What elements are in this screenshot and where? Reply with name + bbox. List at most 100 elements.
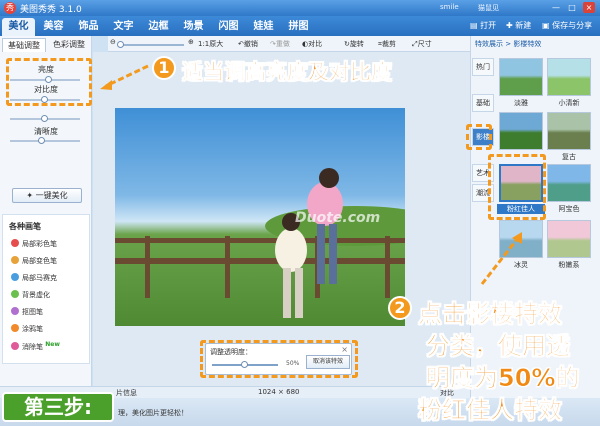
beautify-label: 一键美化 — [35, 191, 68, 200]
brush-eraser[interactable]: 消除笔 New — [11, 341, 60, 352]
brush-label: 背景虚化 — [22, 291, 50, 299]
effect-thumb[interactable] — [499, 112, 543, 150]
tab-color-adjust[interactable]: 色彩调整 — [48, 38, 90, 52]
user-label[interactable]: smile — [440, 3, 459, 11]
annotation-arrow-2 — [480, 232, 522, 285]
save-label: 保存与分享 — [552, 21, 593, 30]
undo-label: 撤销 — [243, 40, 258, 48]
size-button[interactable]: ⤢尺寸 — [412, 39, 432, 49]
tab-doll[interactable]: 娃娃 — [247, 18, 280, 36]
redo-label: 重做 — [275, 40, 290, 48]
image-toolbar: ⊖ ⊕ 1:1原大 ↶撤销 ↷重做 ◐对比 ↻旋转 ⌗裁剪 ⤢尺寸 — [108, 36, 470, 52]
step-label: 第三步: — [2, 392, 114, 422]
minimize-button[interactable]: — — [550, 2, 562, 13]
new-badge: New — [45, 341, 60, 348]
tab-collage[interactable]: 拼图 — [282, 18, 315, 36]
image-dimensions: 1024 × 680 — [258, 388, 300, 396]
brush-doodle[interactable]: 涂鸦笔 — [11, 324, 43, 334]
effect-label: 淡雅 — [514, 99, 528, 107]
window-title: 美图秀秀 3.1.0 — [20, 5, 82, 15]
tab-text[interactable]: 文字 — [107, 18, 140, 36]
sharpness-knob[interactable] — [37, 137, 45, 144]
open-label: 打开 — [480, 21, 497, 30]
brush-label: 局部马赛克 — [22, 274, 57, 282]
magic-wand-icon: ✦ — [26, 191, 34, 200]
zoom-slider[interactable] — [117, 41, 184, 48]
user-name[interactable]: 猫鼠见 — [478, 3, 499, 13]
title-bar: 秀 美图秀秀 3.1.0 smile 猫鼠见 — □ × — [0, 0, 600, 16]
annotation-arrow-1 — [100, 64, 149, 90]
tab-beautify[interactable]: 美化 — [2, 18, 35, 36]
brush-icon — [11, 273, 19, 281]
tab-face[interactable]: 美容 — [37, 18, 70, 36]
step-1-text: 适当调高亮度及对比度 — [182, 60, 393, 85]
zoom-in-icon[interactable]: ⊕ — [188, 38, 194, 46]
tab-border[interactable]: 边框 — [142, 18, 175, 36]
brush-label: 涂鸦笔 — [22, 325, 43, 333]
canvas-area[interactable]: Duote.com — [93, 52, 470, 386]
annotation-box-opacity — [200, 340, 358, 378]
close-button[interactable]: × — [583, 2, 595, 13]
effect-thumb-fresh[interactable] — [547, 58, 591, 96]
zoom-out-icon[interactable]: ⊖ — [110, 38, 116, 46]
effect-thumb-pink-tender[interactable] — [547, 220, 591, 258]
new-label: 新建 — [515, 21, 532, 30]
brush-local-color[interactable]: 局部彩色笔 — [11, 239, 57, 249]
sharpness-slider[interactable] — [10, 137, 80, 144]
tab-flash[interactable]: 闪图 — [212, 18, 245, 36]
main-menu: 美化 美容 饰品 文字 边框 场景 闪图 娃娃 拼图 ▤ 打开 ✚ 新建 ▣ 保… — [0, 16, 600, 36]
crop-button[interactable]: ⌗裁剪 — [378, 39, 396, 49]
step-1-badge: 1 — [152, 56, 176, 80]
watermark-text: Duote.com — [295, 210, 381, 226]
effect-label: 复古 — [562, 153, 576, 161]
step-2-badge: 2 — [388, 296, 412, 320]
saturation-knob[interactable] — [41, 115, 48, 122]
brush-icon — [11, 307, 19, 315]
brushes-title: 各种画笔 — [9, 222, 41, 231]
category-basic[interactable]: 基础 — [472, 94, 494, 112]
brush-icon — [11, 239, 19, 247]
step-2-text-line2: 分类，使用透 — [426, 332, 571, 361]
tab-accessories[interactable]: 饰品 — [72, 18, 105, 36]
photo-preview[interactable]: Duote.com — [115, 108, 405, 326]
annotation-box-effect — [488, 154, 546, 220]
original-size-button[interactable]: 1:1原大 — [198, 39, 223, 49]
effect-thumb-retro[interactable] — [547, 112, 591, 150]
size-label: 尺寸 — [417, 40, 432, 48]
effect-label: 阿宝色 — [558, 205, 580, 213]
rotate-label: 旋转 — [349, 40, 364, 48]
one-click-beautify-button[interactable]: ✦ 一键美化 — [12, 188, 82, 203]
rotate-button[interactable]: ↻旋转 — [344, 39, 364, 49]
brush-icon — [11, 342, 19, 350]
tab-scene[interactable]: 场景 — [177, 18, 210, 36]
effect-thumb-abao[interactable] — [547, 164, 591, 202]
saturation-slider[interactable] — [10, 115, 80, 122]
new-button[interactable]: ✚ 新建 — [506, 20, 531, 31]
tab-basic-adjust[interactable]: 基础调整 — [2, 38, 46, 52]
step-2-text-line4: 粉红佳人特效 — [418, 396, 563, 425]
image-info[interactable]: 片信息 — [116, 388, 137, 398]
step-2-text-line1: 点击影楼特效 — [418, 300, 563, 329]
save-button[interactable]: ▣ 保存与分享 — [542, 20, 592, 31]
zoom-knob[interactable] — [117, 41, 124, 48]
maximize-button[interactable]: □ — [566, 2, 578, 13]
open-button[interactable]: ▤ 打开 — [470, 20, 496, 31]
brushes-section: 各种画笔 局部彩色笔 局部变色笔 局部马赛克 背景虚化 抠图笔 涂鸦笔 消除笔 … — [2, 214, 90, 364]
annotation-box-category — [466, 124, 492, 150]
brush-icon — [11, 290, 19, 298]
effect-label: 小清新 — [558, 99, 580, 107]
category-hot[interactable]: 热门 — [472, 58, 494, 76]
redo-button[interactable]: ↷重做 — [270, 39, 290, 49]
undo-button[interactable]: ↶撤销 — [238, 39, 258, 49]
brush-local-recolor[interactable]: 局部变色笔 — [11, 256, 57, 266]
brush-background-blur[interactable]: 背景虚化 — [11, 290, 50, 300]
compare-button[interactable]: ◐对比 — [302, 39, 322, 49]
brush-cutout[interactable]: 抠图笔 — [11, 307, 43, 317]
crop-label: 裁剪 — [381, 40, 396, 48]
tip-text: 理，美化图片更轻松！ — [118, 409, 188, 417]
brush-icon — [11, 256, 19, 264]
effect-thumb-elegant[interactable] — [499, 58, 543, 96]
step-2-text-line3: 明度为50%的 — [426, 364, 580, 393]
effect-label: 粉嫩系 — [558, 261, 580, 269]
brush-mosaic[interactable]: 局部马赛克 — [11, 273, 57, 283]
